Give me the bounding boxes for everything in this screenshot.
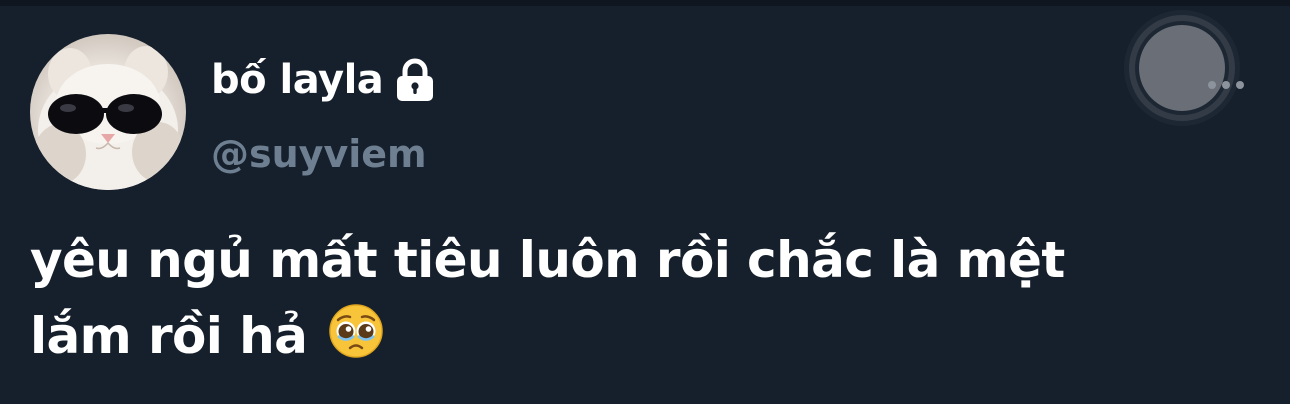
display-name-row: bố layla (211, 52, 439, 108)
more-dot (1222, 81, 1230, 89)
lock-icon (391, 56, 439, 104)
tweet-text-line-2: lắm rồi hả (30, 307, 308, 365)
more-options-button[interactable] (1100, 0, 1260, 160)
pleading-face-emoji (328, 303, 384, 359)
cat-avatar-image (34, 46, 184, 190)
user-handle[interactable]: @suyviem (211, 128, 427, 180)
more-dot (1236, 81, 1244, 89)
display-name[interactable]: bố layla (211, 52, 384, 108)
more-dot (1208, 81, 1216, 89)
tweet-card[interactable]: bố layla @suyviem yêu ngủ mất tiêu luôn … (0, 0, 1290, 404)
tweet-text: yêu ngủ mất tiêu luôn rồi chắc là mệt lắ… (30, 222, 1250, 374)
tweet-text-line-1: yêu ngủ mất tiêu luôn rồi chắc là mệt (30, 231, 1065, 289)
touch-indicator (1139, 25, 1225, 111)
avatar[interactable] (30, 34, 186, 190)
